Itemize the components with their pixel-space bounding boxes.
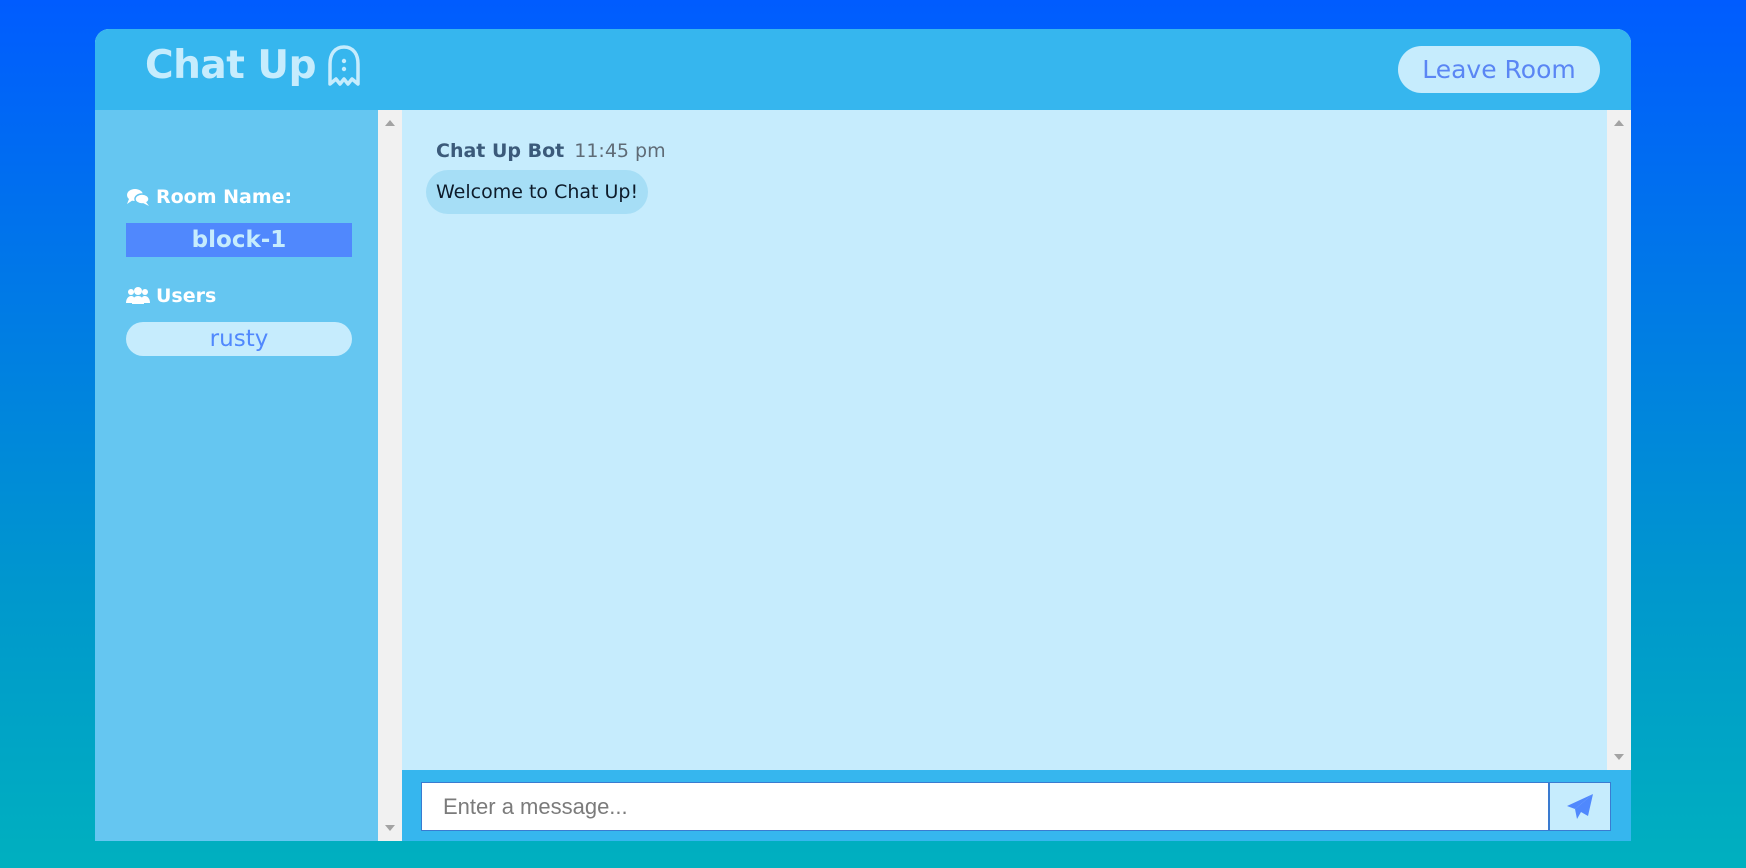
message-composer [402,770,1631,841]
ghost-icon [326,44,362,88]
message-author: Chat Up Bot [436,140,565,162]
app-title: Chat Up [145,43,317,88]
sidebar-scrollbar[interactable] [378,110,402,841]
send-button[interactable] [1549,782,1611,831]
message-time: 11:45 pm [574,140,666,162]
leave-room-button[interactable]: Leave Room [1398,46,1600,93]
message-input[interactable] [421,782,1549,831]
user-list: rusty [126,322,352,356]
messages-scrollbar[interactable] [1607,110,1631,770]
room-heading: Room Name: [126,186,292,208]
paper-plane-icon [1567,793,1593,819]
users-heading: Users [126,285,216,307]
user-item: rusty [126,322,352,356]
brand: Chat Up [145,43,362,88]
comments-icon [127,189,150,206]
message-meta: Chat Up Bot 11:45 pm [426,140,666,162]
users-heading-label: Users [156,285,217,307]
scroll-down-arrow-icon[interactable] [385,825,395,831]
chat-app: Chat Up Leave Room Room Name: block-1 Us… [95,29,1631,841]
sidebar: Room Name: block-1 Users rusty [95,110,378,841]
app-header: Chat Up Leave Room [95,29,1631,110]
message: Chat Up Bot 11:45 pm Welcome to Chat Up! [426,140,666,214]
scroll-up-arrow-icon[interactable] [1614,120,1624,126]
scroll-up-arrow-icon[interactable] [385,120,395,126]
message-bubble: Welcome to Chat Up! [426,170,649,214]
users-icon [126,287,150,304]
message-list: Chat Up Bot 11:45 pm Welcome to Chat Up! [402,110,1607,770]
room-heading-label: Room Name: [156,186,293,208]
room-name: block-1 [126,223,352,257]
scroll-down-arrow-icon[interactable] [1614,754,1624,760]
